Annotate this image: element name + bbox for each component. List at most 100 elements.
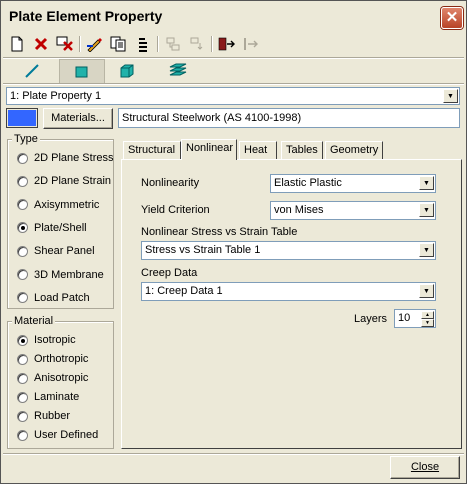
property-select[interactable]: 1: Plate Property 1 ▼ [6, 87, 460, 105]
radio-indicator[interactable] [17, 222, 28, 234]
tab-geometry-label: Geometry [330, 144, 379, 156]
tab-brick-element[interactable] [105, 59, 149, 83]
nonlinearity-select[interactable]: Elastic Plastic ▼ [270, 174, 436, 193]
radio-indicator[interactable] [17, 245, 28, 257]
chevron-down-icon[interactable]: ▼ [419, 284, 434, 298]
export-button[interactable] [187, 34, 207, 54]
radio-laminate[interactable]: Laminate [17, 391, 79, 403]
toolbar-separator [211, 36, 213, 52]
yield-criterion-select[interactable]: von Mises ▼ [270, 201, 436, 220]
radio-indicator[interactable] [17, 391, 28, 403]
layers-spinner[interactable]: 10 ▲ ▼ [394, 309, 436, 328]
delete-icon [34, 37, 48, 51]
beam-element-icon [25, 64, 39, 78]
toolbar-separator [79, 36, 81, 52]
renumber-icon [139, 38, 147, 52]
title-bar[interactable]: Plate Element Property ✕ [1, 1, 466, 31]
color-swatch[interactable] [6, 108, 38, 128]
radio-indicator[interactable] [17, 199, 28, 211]
edit-button[interactable] [85, 34, 105, 54]
new-button[interactable] [7, 34, 27, 54]
radio-label: Plate/Shell [34, 221, 87, 234]
radio-rubber[interactable]: Rubber [17, 410, 70, 422]
radio-label: 2D Plane Strain [34, 175, 112, 188]
new-icon [11, 36, 23, 52]
delete-unused-button[interactable] [55, 34, 75, 54]
copy-button[interactable] [109, 34, 129, 54]
multi-layer-element-icon [169, 63, 187, 76]
radio-3d-membrane[interactable]: 3D Membrane [17, 269, 104, 281]
radio-orthotropic[interactable]: Orthotropic [17, 353, 88, 365]
close-icon: ✕ [445, 9, 459, 26]
stress-strain-value: Stress vs Strain Table 1 [145, 244, 261, 256]
tab-nonlinear[interactable]: Nonlinear [181, 139, 237, 160]
radio-anisotropic[interactable]: Anisotropic [17, 372, 88, 384]
radio-indicator[interactable] [17, 292, 28, 304]
type-group-label: Type [12, 133, 40, 145]
radio-indicator[interactable] [17, 269, 28, 280]
radio-label: Laminate [34, 391, 80, 403]
radio-indicator[interactable] [17, 410, 28, 422]
import-disabled-icon [166, 37, 180, 51]
radio-label: Load Patch [34, 291, 90, 304]
radio-indicator[interactable] [17, 334, 28, 346]
close-window-button[interactable]: ✕ [441, 7, 463, 29]
spinner-up-icon[interactable]: ▲ [421, 311, 434, 319]
radio-indicator[interactable] [17, 152, 28, 164]
apply-button[interactable] [217, 34, 237, 54]
radio-indicator[interactable] [17, 372, 28, 384]
toolbar-separator [157, 36, 159, 52]
stress-strain-select[interactable]: Stress vs Strain Table 1 ▼ [141, 241, 436, 260]
tab-heat[interactable]: Heat [239, 141, 277, 159]
radio-indicator[interactable] [17, 353, 28, 365]
radio-label: Anisotropic [34, 372, 89, 384]
radio-isotropic[interactable]: Isotropic [17, 334, 76, 346]
radio-user-defined[interactable]: User Defined [17, 429, 98, 441]
tab-structural-label: Structural [128, 144, 176, 156]
radio-plate-shell[interactable]: Plate/Shell [17, 222, 87, 234]
spinner-down-icon[interactable]: ▼ [421, 319, 434, 327]
radio-label: Isotropic [34, 334, 76, 346]
close-button[interactable]: Close [390, 456, 460, 479]
layers-label: Layers [354, 313, 388, 325]
apply-disabled-icon [244, 38, 258, 50]
tab-tables-label: Tables [286, 144, 318, 156]
radio-label: Axisymmetric [34, 198, 100, 211]
radio-label: Rubber [34, 410, 71, 422]
export-disabled-icon [190, 37, 203, 50]
delete-button[interactable] [31, 34, 51, 54]
yield-criterion-label: Yield Criterion [141, 204, 210, 216]
tab-plate-element[interactable] [59, 59, 105, 85]
element-tabs-divider [3, 83, 464, 85]
chevron-down-icon[interactable]: ▼ [419, 176, 434, 190]
radio-label: 3D Membrane [34, 268, 104, 281]
chevron-down-icon[interactable]: ▼ [443, 89, 458, 103]
material-group-label: Material [12, 315, 56, 327]
materials-button[interactable]: Materials... [43, 108, 113, 129]
nonlinearity-label: Nonlinearity [141, 177, 200, 189]
radio-shear-panel[interactable]: Shear Panel [17, 245, 95, 257]
apply-disabled-button[interactable] [241, 34, 261, 54]
radio-indicator[interactable] [17, 429, 28, 441]
creep-data-label: Creep Data [141, 267, 198, 279]
tab-multi-layer-element[interactable] [156, 59, 200, 83]
radio-axisymmetric[interactable]: Axisymmetric [17, 199, 99, 211]
chevron-down-icon[interactable]: ▼ [419, 203, 434, 217]
tab-structural[interactable]: Structural [123, 141, 181, 159]
chevron-down-icon[interactable]: ▼ [419, 243, 434, 257]
close-button-label: Close [410, 461, 440, 473]
radio-2d-plane-strain[interactable]: 2D Plane Strain [17, 175, 111, 187]
import-button[interactable] [163, 34, 183, 54]
tab-tables[interactable]: Tables [281, 141, 323, 159]
tab-geometry[interactable]: Geometry [325, 141, 383, 159]
radio-2d-plane-stress[interactable]: 2D Plane Stress [17, 152, 113, 164]
renumber-button[interactable] [133, 34, 153, 54]
radio-load-patch[interactable]: Load Patch [17, 292, 90, 304]
radio-label: 2D Plane Stress [34, 152, 114, 164]
material-name-field[interactable]: Structural Steelwork (AS 4100-1998) [118, 108, 460, 128]
creep-data-select[interactable]: 1: Creep Data 1 ▼ [141, 282, 436, 301]
radio-indicator[interactable] [17, 175, 28, 187]
nonlinearity-value: Elastic Plastic [274, 177, 342, 189]
tab-beam-element[interactable] [10, 59, 54, 83]
tab-heat-label: Heat [244, 144, 268, 156]
